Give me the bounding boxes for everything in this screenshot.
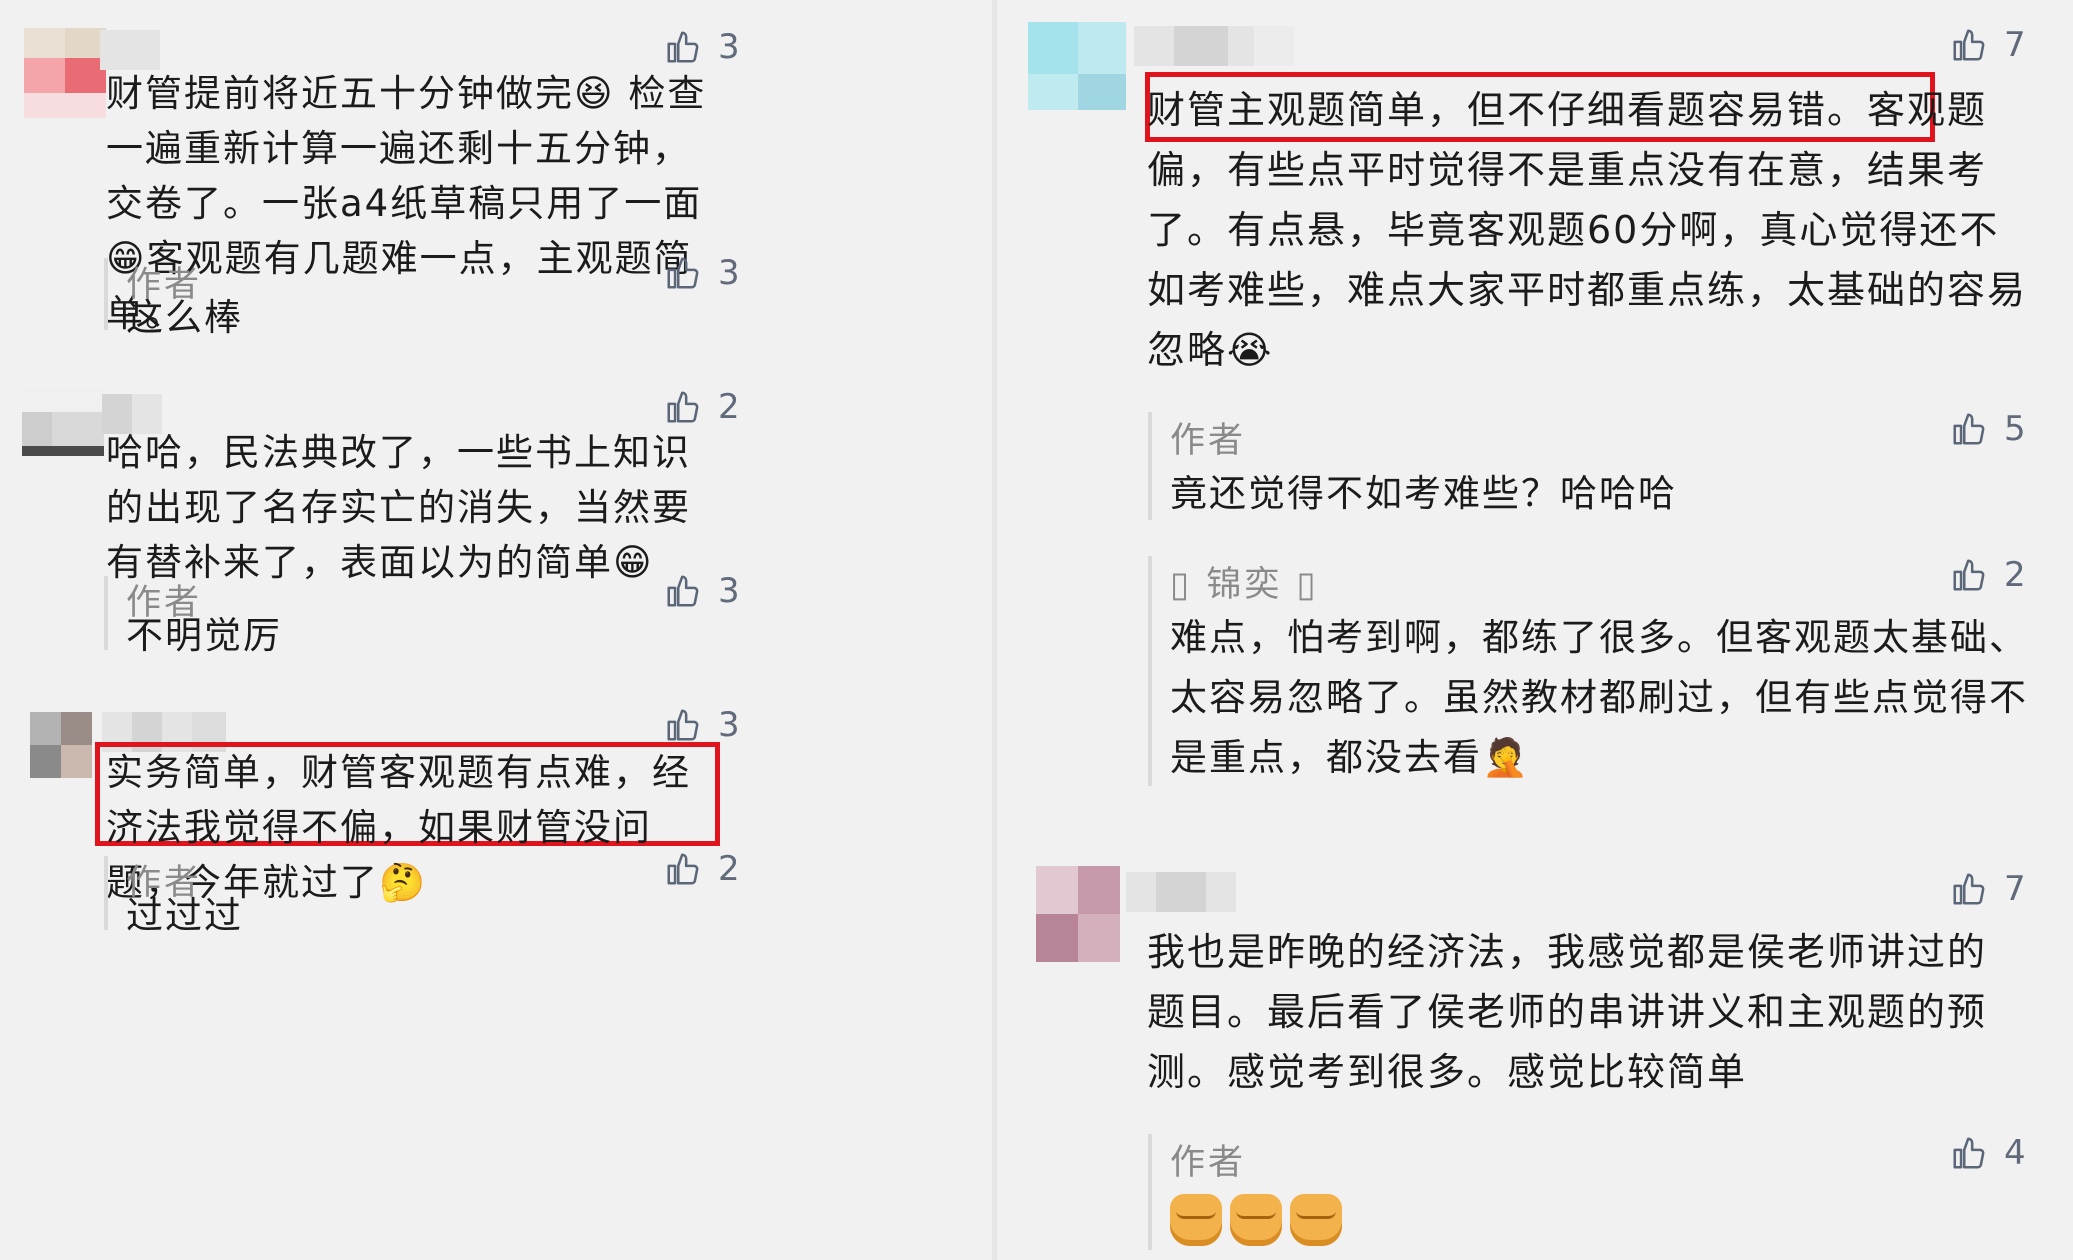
like-button[interactable]: 4: [1950, 1128, 2026, 1178]
like-button[interactable]: 5: [1950, 404, 2026, 454]
thumbs-up-icon: [667, 853, 699, 885]
comment-text: 财管主观题简单，但不仔细看题容易错。客观题偏，有些点平时觉得不是重点没有在意，结…: [1147, 88, 2028, 372]
like-count: 3: [718, 253, 740, 293]
like-count: 4: [2004, 1133, 2026, 1173]
username-blurred[interactable]: [100, 30, 160, 70]
like-count: 7: [2004, 25, 2026, 65]
comment-text: 我也是昨晚的经济法，我感觉都是侯老师讲过的题目。最后看了侯老师的串讲讲义和主观题…: [1147, 930, 1988, 1094]
reply-author[interactable]: ▯ 锦奕 ▯: [1170, 556, 1319, 607]
author-reply: 作者 不明觉厉: [104, 576, 728, 657]
comment-column-left: 3 财管提前将近五十分钟做完😆 检查一遍重新计算一遍还剩十五分钟，交卷了。一张a…: [0, 0, 992, 1260]
reply-author[interactable]: 作者: [1170, 1134, 1246, 1185]
author-reply: 作者 过过过: [104, 856, 728, 937]
avatar[interactable]: [24, 28, 106, 118]
fist-emoji-icon: [1230, 1194, 1282, 1246]
username-blurred[interactable]: [1126, 872, 1236, 912]
like-count: 2: [718, 387, 740, 427]
like-count: 7: [2004, 869, 2026, 909]
avatar[interactable]: [30, 712, 92, 778]
reply-text: [1170, 1190, 1350, 1250]
reply-text: 竟还觉得不如考难些？哈哈哈: [1170, 472, 1677, 515]
like-count: 3: [718, 705, 740, 745]
thumbs-up-icon: [667, 709, 699, 741]
avatar[interactable]: [1036, 866, 1120, 962]
like-count: 3: [718, 27, 740, 67]
author-reply: 作者 竟还觉得不如考难些？哈哈哈: [1148, 412, 2032, 520]
reply-text: 难点，怕考到啊，都练了很多。但客观题太基础、太容易忽略了。虽然教材都刷过，但有些…: [1170, 616, 2028, 779]
fist-emoji-icon: [1170, 1194, 1222, 1246]
like-button[interactable]: 7: [1950, 20, 2026, 70]
like-count: 5: [2004, 409, 2026, 449]
reply: ▯ 锦奕 ▯ 难点，怕考到啊，都练了很多。但客观题太基础、太容易忽略了。虽然教材…: [1148, 556, 2032, 786]
like-button[interactable]: 2: [1950, 550, 2026, 600]
reply-author[interactable]: 作者: [1170, 412, 1246, 463]
thumbs-up-icon: [667, 31, 699, 63]
thumbs-up-icon: [667, 575, 699, 607]
like-count: 2: [718, 849, 740, 889]
author-reply: 作者: [1148, 1134, 2032, 1250]
reply-text: 这么棒: [126, 296, 243, 339]
avatar[interactable]: [22, 388, 104, 458]
thumbs-up-icon: [1953, 1137, 1985, 1169]
like-button[interactable]: 7: [1950, 864, 2026, 914]
username-blurred[interactable]: [1134, 26, 1294, 66]
fist-emoji-icon: [1290, 1194, 1342, 1246]
thumbs-up-icon: [1953, 559, 1985, 591]
thumbs-up-icon: [1953, 413, 1985, 445]
like-button[interactable]: 3: [664, 566, 740, 616]
comment-text: 哈哈，民法典改了，一些书上知识的出现了名存实亡的消失，当然要有替补来了，表面以为…: [106, 431, 691, 584]
like-count: 2: [2004, 555, 2026, 595]
reply-text: 过过过: [126, 894, 243, 937]
avatar[interactable]: [1028, 22, 1126, 110]
thumbs-up-icon: [1953, 29, 1985, 61]
author-reply: 作者 这么棒: [104, 258, 728, 339]
thumbs-up-icon: [667, 391, 699, 423]
like-count: 3: [718, 571, 740, 611]
comments-screenshot: 3 财管提前将近五十分钟做完😆 检查一遍重新计算一遍还剩十五分钟，交卷了。一张a…: [0, 0, 2073, 1260]
like-button[interactable]: 3: [664, 248, 740, 298]
thumbs-up-icon: [1953, 873, 1985, 905]
like-button[interactable]: 3: [664, 22, 740, 72]
thumbs-up-icon: [667, 257, 699, 289]
reply-text: 不明觉厉: [126, 614, 282, 657]
like-button[interactable]: 2: [664, 844, 740, 894]
